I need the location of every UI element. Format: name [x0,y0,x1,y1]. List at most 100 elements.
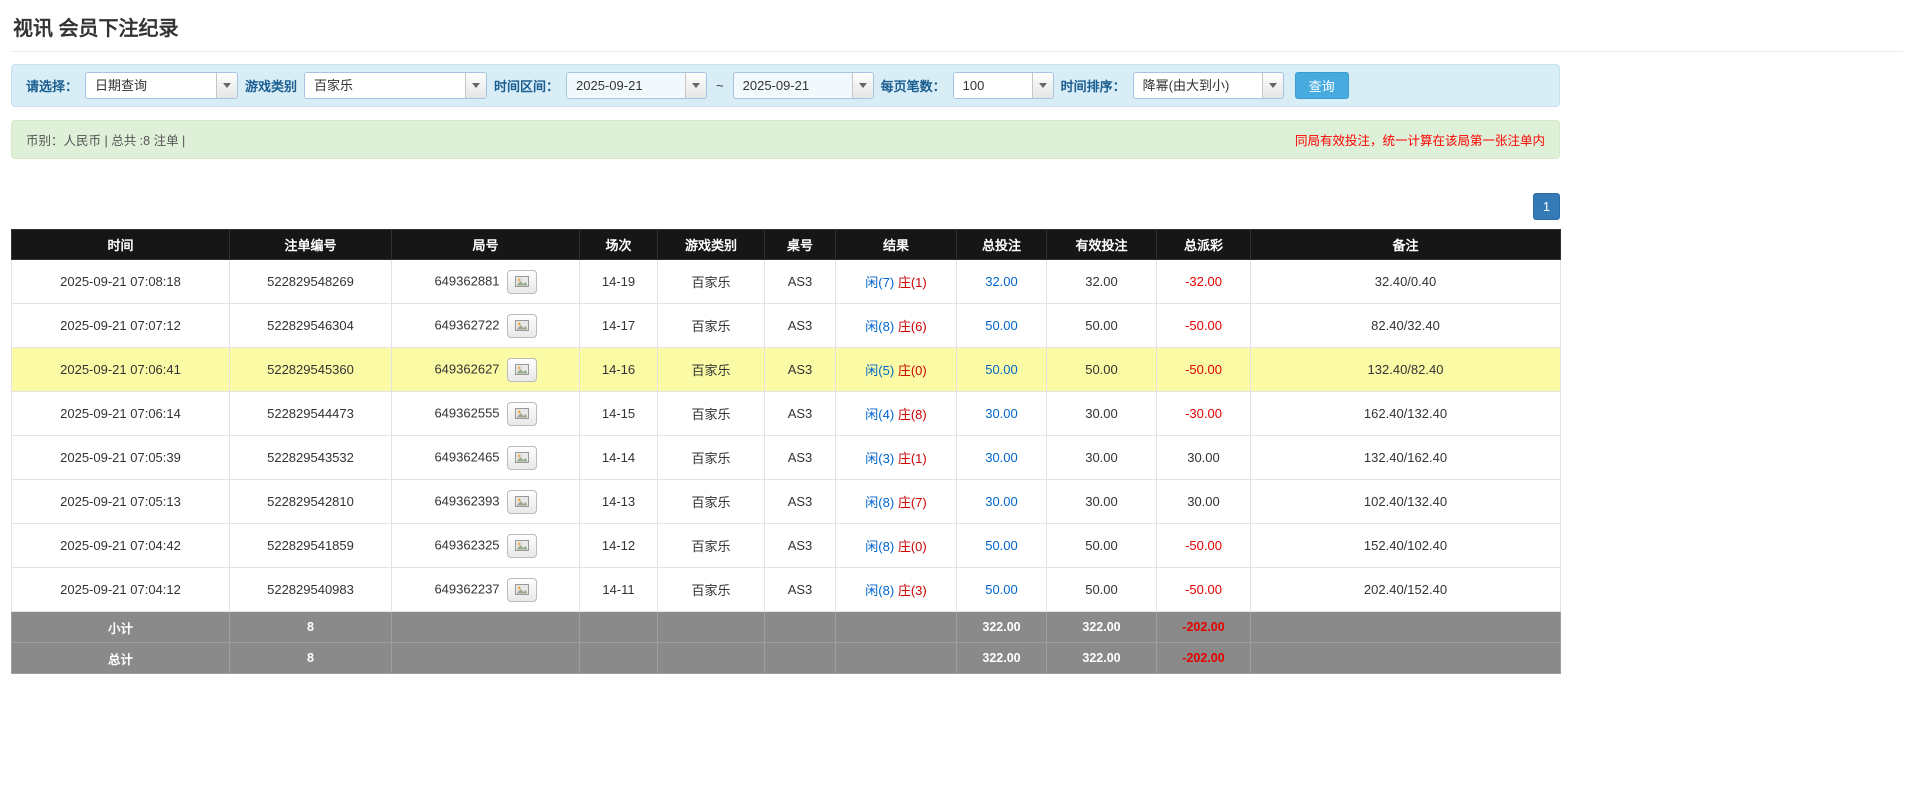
summary-bar: 币别：人民币 | 总共 :8 注单 | 同局有效投注，统一计算在该局第一张注单内 [11,120,1560,159]
chevron-down-icon[interactable] [851,73,873,98]
cell-total-bet: 50.00 [956,567,1047,612]
sort-order-select[interactable]: 降幂(由大到小) [1132,72,1284,99]
cell-result: 闲(4) 庄(8) [835,391,957,436]
cell-payout: -30.00 [1156,391,1251,436]
subtotal-empty-cell [391,611,580,643]
date-query-select[interactable]: 日期查询 [85,72,239,99]
round-image-icon-button[interactable] [506,269,537,294]
date-to-input[interactable]: 2025-09-21 [732,72,874,99]
table-row: 2025-09-21 07:06:41 522829545360 649362627… [11,347,1561,392]
total-bet-link[interactable]: 30.00 [985,494,1018,509]
round-image-icon-button[interactable] [506,533,537,558]
round-image-icon-button[interactable] [506,313,537,338]
payout-value: -50.00 [1185,362,1222,377]
total-bet-link[interactable]: 30.00 [985,406,1018,421]
cell-session: 14-11 [579,567,658,612]
cell-time: 2025-09-21 07:04:42 [11,523,230,568]
grand-total-label: 总计 [11,642,230,674]
round-image-icon-button[interactable] [506,489,537,514]
cell-round: 649362393 [391,479,580,524]
cell-payout: -50.00 [1156,347,1251,392]
grand-total-empty-cell [391,642,580,674]
page-number-button[interactable]: 1 [1533,193,1560,220]
date-query-select-value[interactable]: 日期查询 [86,73,217,98]
total-bet-link[interactable]: 50.00 [985,362,1018,377]
table-row: 2025-09-21 07:06:14 522829544473 649362555… [11,391,1561,436]
sort-order-value[interactable]: 降幂(由大到小) [1133,73,1262,98]
game-type-select[interactable]: 百家乐 [304,72,488,99]
round-number: 649362325 [434,536,500,552]
cell-time: 2025-09-21 07:06:41 [11,347,230,392]
column-header: 备注 [1250,229,1561,260]
cell-time: 2025-09-21 07:05:13 [11,479,230,524]
round-image-icon-button[interactable] [506,401,537,426]
cell-payout: 30.00 [1156,479,1251,524]
round-number: 649362237 [434,580,500,596]
subtotal-empty-cell [835,611,957,643]
cell-round: 649362465 [391,435,580,480]
cell-note: 202.40/152.40 [1250,567,1561,612]
time-range-label: 时间区间： [494,79,560,94]
cell-session: 14-17 [579,303,658,348]
grand-total-empty-cell [764,642,836,674]
cell-table-no: AS3 [764,567,836,612]
total-bet-link[interactable]: 50.00 [985,538,1018,553]
round-image-icon-button[interactable] [506,445,537,470]
column-header: 注单编号 [229,229,392,260]
column-header: 有效投注 [1046,229,1157,260]
result-player: 闲(8) [865,319,895,334]
date-from-input[interactable]: 2025-09-21 [566,72,708,99]
cell-bet-id: 522829546304 [229,303,392,348]
cell-round: 649362237 [391,567,580,612]
cell-valid-bet: 50.00 [1046,347,1157,392]
chevron-down-icon[interactable] [216,73,238,98]
total-bet-link[interactable]: 30.00 [985,450,1018,465]
grand-total-empty-cell [657,642,765,674]
result-banker: 庄(3) [897,583,927,598]
game-type-select-value[interactable]: 百家乐 [305,73,466,98]
pagination: 1 [11,193,1560,220]
subtotal-valid-bet: 322.00 [1046,611,1157,643]
page-size-value[interactable]: 100 [953,73,1032,98]
cell-result: 闲(8) 庄(0) [835,523,957,568]
currency-total-info: 币别：人民币 | 总共 :8 注单 | [26,134,186,148]
chevron-down-icon[interactable] [685,73,707,98]
cell-total-bet: 32.00 [956,259,1047,304]
cell-valid-bet: 32.00 [1046,259,1157,304]
grand-total-count: 8 [229,642,392,674]
grand-total-empty-cell [1250,642,1561,674]
result-player: 闲(4) [865,407,895,422]
page-size-input[interactable]: 100 [952,72,1054,99]
cell-session: 14-19 [579,259,658,304]
subtotal-payout: -202.00 [1156,611,1251,643]
grand-total-empty-cell [835,642,957,674]
chevron-down-icon[interactable] [1261,73,1283,98]
cell-session: 14-14 [579,435,658,480]
result-banker: 庄(8) [897,407,927,422]
date-to-value[interactable]: 2025-09-21 [733,73,852,98]
search-button[interactable]: 查询 [1294,72,1349,99]
round-image-icon-button[interactable] [506,577,537,602]
total-bet-link[interactable]: 50.00 [985,318,1018,333]
cell-time: 2025-09-21 07:08:18 [11,259,230,304]
cell-total-bet: 50.00 [956,303,1047,348]
round-image-icon-button[interactable] [506,357,537,382]
result-player: 闲(8) [865,495,895,510]
cell-table-no: AS3 [764,523,836,568]
bet-records-table: 时间 注单编号 局号 场次 游戏类别 桌号 结果 总投注 有效投注 总派彩 备注 2025-09-2… [11,229,1561,674]
cell-bet-id: 522829548269 [229,259,392,304]
result-player: 闲(3) [865,451,895,466]
table-row: 2025-09-21 07:04:12 522829540983 649362237… [11,567,1561,612]
date-from-value[interactable]: 2025-09-21 [567,73,686,98]
cell-session: 14-16 [579,347,658,392]
total-bet-link[interactable]: 50.00 [985,582,1018,597]
cell-note: 102.40/132.40 [1250,479,1561,524]
total-bet-link[interactable]: 32.00 [985,274,1018,289]
cell-round: 649362627 [391,347,580,392]
subtotal-empty-cell [764,611,836,643]
cell-table-no: AS3 [764,259,836,304]
round-number: 649362465 [434,448,500,464]
chevron-down-icon[interactable] [1031,73,1053,98]
chevron-down-icon[interactable] [465,73,487,98]
page-title: 视讯 会员下注纪录 [11,8,1903,52]
